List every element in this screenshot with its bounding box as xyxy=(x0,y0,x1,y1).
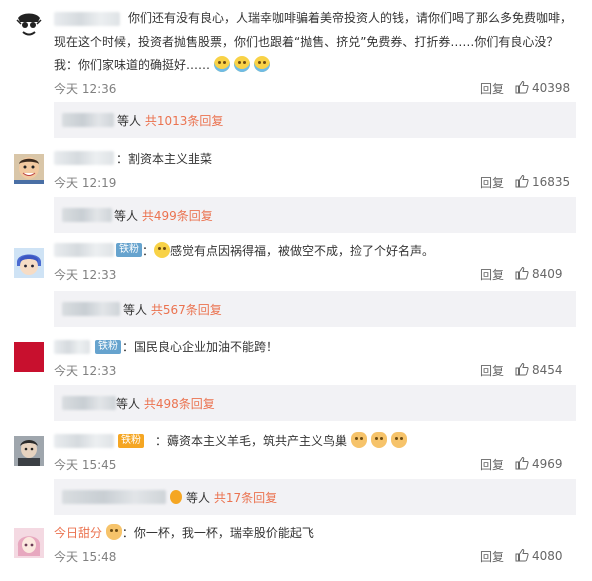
like-button[interactable]: 4969 xyxy=(515,456,563,471)
colon: ： xyxy=(142,244,155,258)
reply-button[interactable]: 回复 xyxy=(480,362,504,379)
avatar[interactable] xyxy=(14,248,44,278)
sub-replies[interactable]: 等人 共498条回复 xyxy=(54,385,576,421)
comment-text-line2: 现在这个时候，投资者抛售股票，你们也跟着“抛售、挤兑”免费券、打折券……你们有良… xyxy=(54,35,559,49)
emoji-dog-icon xyxy=(390,432,407,448)
comment-text-line3-content: 我：你们家味道的确挺好…… xyxy=(54,58,211,72)
reply-button[interactable]: 回复 xyxy=(480,266,504,283)
avatar[interactable] xyxy=(14,436,44,466)
like-count: 4969 xyxy=(532,457,563,471)
username-blurred[interactable] xyxy=(54,12,120,26)
sub-reply-count-link[interactable]: 共567条回复 xyxy=(151,303,222,317)
emoji-cry-icon xyxy=(253,56,270,72)
avatar[interactable] xyxy=(14,10,44,40)
sub-reply-users-blurred xyxy=(62,490,166,504)
like-button[interactable]: 8454 xyxy=(515,362,563,377)
like-count: 16835 xyxy=(532,175,571,189)
like-count: 8454 xyxy=(532,363,563,377)
comment-time: 今天 15:45 xyxy=(54,458,117,472)
sub-reply-count-link[interactable]: 共17条回复 xyxy=(214,491,277,505)
like-thumb-icon xyxy=(515,362,529,376)
sub-reply-count-link[interactable]: 共498条回复 xyxy=(144,397,215,411)
sub-reply-summary: 等人 共499条回复 xyxy=(114,207,213,224)
gold-fan-badge-small xyxy=(170,490,182,504)
sub-reply-users-blurred xyxy=(62,208,112,222)
username-link[interactable]: 今日甜分 xyxy=(54,526,102,540)
reply-button[interactable]: 回复 xyxy=(480,174,504,191)
emoji-dog-icon xyxy=(350,432,367,448)
like-thumb-icon xyxy=(515,548,529,562)
sub-reply-label: 等人 xyxy=(117,114,142,128)
comment-text-line3: 我：你们家味道的确挺好…… xyxy=(54,55,574,75)
sub-reply-label: 等人 xyxy=(123,303,148,317)
comment-text-content: ：薅资本主义羊毛，筑共产主义鸟巢 xyxy=(155,434,348,448)
comment-text-content: 感觉有点因祸得福，被做空不成，捡了个好名声。 xyxy=(170,244,435,258)
avatar[interactable] xyxy=(14,154,44,184)
like-thumb-icon xyxy=(515,174,529,188)
emoji-smile-icon xyxy=(154,242,171,258)
comment-time: 今天 12:33 xyxy=(54,364,117,378)
like-thumb-icon xyxy=(515,456,529,470)
sub-reply-users-blurred xyxy=(62,302,120,316)
username-blurred[interactable] xyxy=(54,243,114,257)
sub-reply-label: 等人 xyxy=(116,397,141,411)
reply-button[interactable]: 回复 xyxy=(480,80,504,97)
reply-button[interactable]: 回复 xyxy=(480,456,504,473)
sub-reply-summary: 等人 共498条回复 xyxy=(116,395,215,412)
comment-text-line1: ：薅资本主义羊毛，筑共产主义鸟巢 xyxy=(155,431,592,451)
gold-fan-badge-text: 铁粉 xyxy=(121,435,141,446)
comment-text-line1: ：国民良心企业加油不能跨！ xyxy=(122,340,279,354)
like-count: 8409 xyxy=(532,267,563,281)
sub-replies[interactable]: 等人 共567条回复 xyxy=(54,291,576,327)
comment-time: 今天 12:33 xyxy=(54,268,117,282)
comment-text-line1: 今日甜分 ：你一杯，我一杯，瑞幸股价能起飞 xyxy=(54,523,574,543)
like-button[interactable]: 40398 xyxy=(515,80,570,95)
sub-reply-count-link[interactable]: 共499条回复 xyxy=(142,209,213,223)
like-button[interactable]: 16835 xyxy=(515,174,570,189)
sub-reply-users-blurred xyxy=(62,396,116,410)
sub-replies[interactable]: 等人 共17条回复 xyxy=(54,479,576,515)
sub-reply-summary: 等人 共17条回复 xyxy=(186,489,277,506)
comment-time: 今天 12:19 xyxy=(54,176,117,190)
iron-fan-badge: 铁粉 xyxy=(95,340,121,354)
like-button[interactable]: 8409 xyxy=(515,266,563,281)
comment-text-line1: ： 感觉有点因祸得福，被做空不成，捡了个好名声。 xyxy=(142,241,592,261)
sub-reply-label: 等人 xyxy=(186,491,211,505)
comment-time: 今天 15:48 xyxy=(54,550,117,564)
avatar[interactable] xyxy=(14,528,44,558)
sub-reply-users-blurred xyxy=(62,113,114,127)
sub-replies[interactable]: 等人 共499条回复 xyxy=(54,197,576,233)
avatar[interactable] xyxy=(14,342,44,372)
username-blurred[interactable] xyxy=(54,151,114,165)
iron-fan-badge: 铁粉 xyxy=(116,243,142,257)
emoji-cry-icon xyxy=(213,56,230,72)
like-button[interactable]: 4080 xyxy=(515,548,563,563)
like-thumb-icon xyxy=(515,80,529,94)
sub-reply-summary: 等人 共1013条回复 xyxy=(117,112,223,129)
sub-reply-count-link[interactable]: 共1013条回复 xyxy=(145,114,224,128)
sub-reply-label: 等人 xyxy=(114,209,139,223)
username-blurred[interactable] xyxy=(54,340,90,354)
emoji-dog-icon xyxy=(105,524,122,540)
username-blurred[interactable] xyxy=(54,434,114,448)
emoji-cry-icon xyxy=(233,56,250,72)
comment-text-line1: ：割资本主义韭菜 xyxy=(116,152,213,166)
comment-text-content: ：你一杯，我一杯，瑞幸股价能起飞 xyxy=(121,526,314,540)
like-count: 40398 xyxy=(532,81,571,95)
sub-reply-summary: 等人 共567条回复 xyxy=(123,301,222,318)
comment-text-line1: 你们还有没有良心，人瑞幸咖啡骗着美帝投资人的钱，请你们喝了那么多免费咖啡， xyxy=(128,11,573,25)
comment-time: 今天 12:36 xyxy=(54,82,117,96)
reply-button[interactable]: 回复 xyxy=(480,548,504,565)
like-thumb-icon xyxy=(515,266,529,280)
like-count: 4080 xyxy=(532,549,563,563)
gold-fan-badge: 铁粉 xyxy=(118,434,144,448)
sub-replies[interactable]: 等人 共1013条回复 xyxy=(54,102,576,138)
emoji-dog-icon xyxy=(370,432,387,448)
